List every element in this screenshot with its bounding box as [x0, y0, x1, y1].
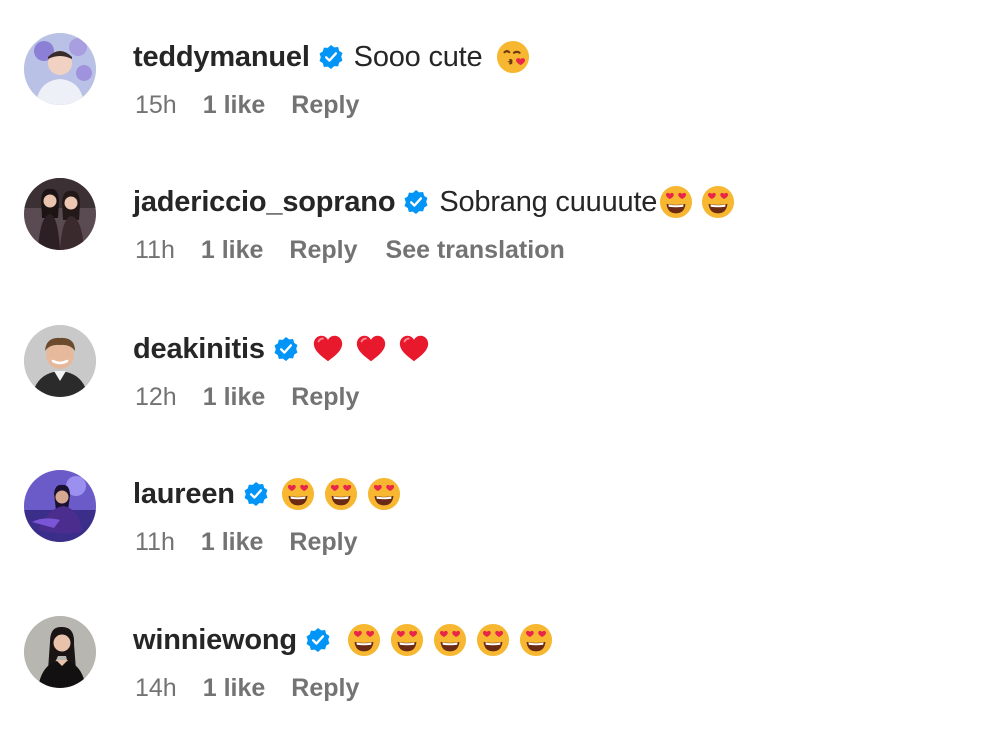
heart-eyes-emoji: [390, 623, 424, 657]
comment-meta: 12h 1 like Reply: [135, 383, 387, 412]
comment-meta: 11h 1 like Reply: [135, 528, 386, 557]
comment-meta: 14h 1 like Reply: [135, 674, 387, 703]
username[interactable]: teddymanuel: [133, 41, 310, 74]
like-count[interactable]: 1 like: [203, 383, 266, 412]
red-heart-emoji: [397, 332, 431, 366]
comment-line: teddymanuel Sooo cute: [133, 35, 530, 79]
comment-line: jadericcio_soprano Sobrang cuuuute: [133, 180, 735, 224]
timestamp: 15h: [135, 91, 177, 119]
comment-item: deakinitis 12h 1 like Reply: [0, 325, 1000, 465]
heart-eyes-emoji: [701, 185, 735, 219]
heart-eyes-emoji: [433, 623, 467, 657]
username[interactable]: laureen: [133, 478, 235, 511]
reply-button[interactable]: Reply: [291, 674, 359, 703]
comment-item: winniewong 14h 1 like Reply: [0, 616, 1000, 756]
comment-line: winniewong: [133, 618, 553, 662]
avatar[interactable]: [24, 616, 96, 688]
timestamp: 11h: [135, 528, 175, 556]
verified-badge-icon: [318, 44, 344, 70]
heart-eyes-emoji: [281, 477, 315, 511]
heart-eyes-emoji: [519, 623, 553, 657]
username[interactable]: jadericcio_soprano: [133, 186, 396, 219]
reply-button[interactable]: Reply: [291, 91, 359, 120]
emoji-group: [311, 332, 431, 366]
avatar[interactable]: [24, 325, 96, 397]
verified-badge-icon: [305, 627, 331, 653]
emoji-group: [496, 40, 530, 74]
comment-meta: 15h 1 like Reply: [135, 91, 387, 120]
kissing-heart-emoji: [496, 40, 530, 74]
username[interactable]: deakinitis: [133, 333, 265, 366]
red-heart-emoji: [311, 332, 345, 366]
reply-button[interactable]: Reply: [289, 236, 357, 265]
like-count[interactable]: 1 like: [201, 236, 264, 265]
heart-eyes-emoji: [324, 477, 358, 511]
verified-badge-icon: [243, 481, 269, 507]
like-count[interactable]: 1 like: [203, 674, 266, 703]
see-translation-button[interactable]: See translation: [386, 236, 565, 265]
like-count[interactable]: 1 like: [203, 91, 266, 120]
comment-text: Sobrang cuuuute: [439, 185, 658, 218]
timestamp: 12h: [135, 383, 177, 411]
verified-badge-icon: [273, 336, 299, 362]
heart-eyes-emoji: [476, 623, 510, 657]
emoji-group: [659, 185, 735, 219]
avatar[interactable]: [24, 178, 96, 250]
comment-item: jadericcio_soprano Sobrang cuuuute 11h 1…: [0, 178, 1000, 318]
avatar[interactable]: [24, 470, 96, 542]
comment-item: laureen 11h 1 like Reply: [0, 470, 1000, 610]
emoji-group: [281, 477, 401, 511]
comment-item: teddymanuel Sooo cute 15h 1 like Reply: [0, 33, 1000, 173]
red-heart-emoji: [354, 332, 388, 366]
heart-eyes-emoji: [367, 477, 401, 511]
avatar[interactable]: [24, 33, 96, 105]
heart-eyes-emoji: [347, 623, 381, 657]
reply-button[interactable]: Reply: [289, 528, 357, 557]
comment-text: Sooo cute: [353, 40, 483, 73]
reply-button[interactable]: Reply: [291, 383, 359, 412]
username[interactable]: winniewong: [133, 624, 297, 657]
timestamp: 11h: [135, 236, 175, 264]
timestamp: 14h: [135, 674, 177, 702]
verified-badge-icon: [403, 189, 429, 215]
comment-meta: 11h 1 like Reply See translation: [135, 236, 565, 265]
like-count[interactable]: 1 like: [201, 528, 264, 557]
heart-eyes-emoji: [659, 185, 693, 219]
comment-line: laureen: [133, 472, 401, 516]
comment-line: deakinitis: [133, 327, 431, 371]
emoji-group: [347, 623, 553, 657]
